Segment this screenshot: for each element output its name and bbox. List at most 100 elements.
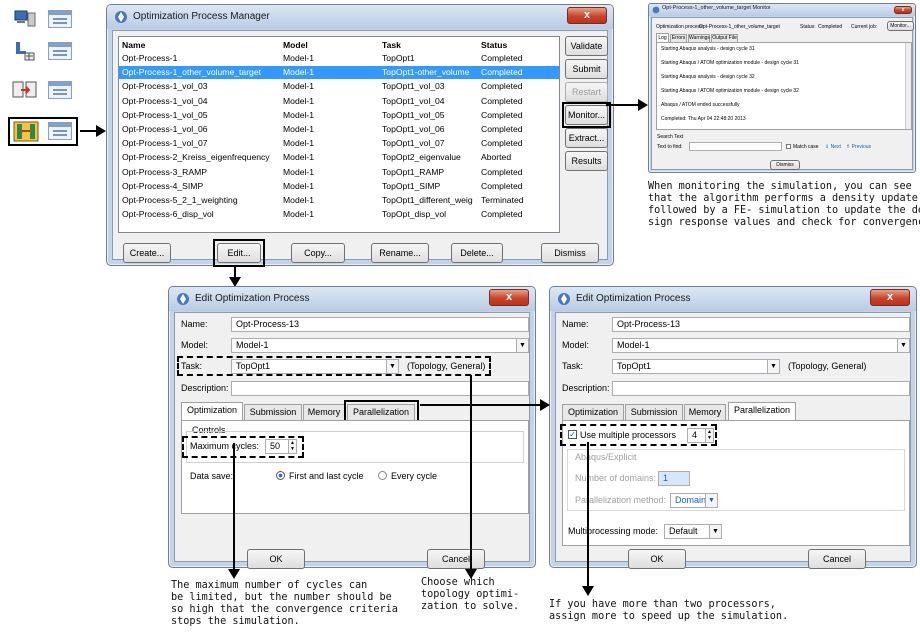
column-header-task[interactable]: Task	[382, 39, 401, 51]
extract-button[interactable]: Extract...	[565, 128, 608, 148]
monitor-window-monitor-button[interactable]: Monitor...	[887, 21, 914, 31]
name-input[interactable]: Opt-Process-13	[612, 317, 910, 332]
rename-button[interactable]: Rename...	[371, 243, 429, 263]
table-row[interactable]: Opt-Process-1_vol_04 Model-1 TopOpt1_vol_0…	[119, 95, 559, 107]
up-arrow-icon: ⇑	[846, 144, 851, 150]
ok-button[interactable]: OK	[628, 549, 686, 569]
cancel-button[interactable]: Cancel	[427, 549, 485, 569]
radio-every-cycle[interactable]	[378, 471, 387, 480]
column-header-model[interactable]: Model	[283, 39, 308, 51]
cell-name: Opt-Process-1	[122, 53, 178, 63]
table-row[interactable]: Opt-Process-4_SIMP Model-1 TopOpt1_SIMP Com…	[119, 180, 559, 192]
tab-parallelization[interactable]: Parallelization	[728, 402, 796, 420]
multiproc-select[interactable]: Default ▼	[664, 524, 722, 539]
column-header-status[interactable]: Status	[481, 39, 507, 51]
processors-spinner[interactable]: 4 ▲ ▼	[687, 428, 714, 443]
delete-button[interactable]: Delete...	[451, 243, 503, 263]
tab-optimization[interactable]: Optimization	[562, 404, 624, 420]
tab-submission[interactable]: Submission	[244, 404, 302, 420]
chevron-down-icon[interactable]: ▼	[516, 339, 528, 352]
close-button[interactable]: x	[894, 6, 912, 14]
next-link[interactable]: ⇓ Next	[825, 144, 841, 150]
cell-status: Completed	[481, 138, 523, 149]
model-select[interactable]: Model-1 ▼	[612, 338, 910, 353]
caption-line: zation to solve.	[421, 601, 520, 612]
chevron-down-icon[interactable]: ▼	[897, 339, 909, 352]
table-row[interactable]: Opt-Process-1_vol_03 Model-1 TopOpt1_vol_0…	[119, 80, 559, 92]
dismiss-button[interactable]: Dismiss	[541, 243, 599, 263]
process-table[interactable]: Name Model Task Status Opt-Process-1 Mode…	[118, 36, 560, 233]
table-row[interactable]: Opt-Process-1_other_volume_target Model-1…	[119, 66, 559, 79]
tab-log[interactable]: Log	[656, 33, 669, 42]
spinner-arrows-icon[interactable]: ▲ ▼	[705, 429, 713, 442]
domains-input[interactable]: 1	[658, 471, 690, 486]
chevron-down-icon[interactable]: ▼	[386, 360, 398, 373]
tab-submission[interactable]: Submission	[625, 404, 683, 420]
cell-task: TopOpt_disp_vol	[382, 209, 447, 220]
tab-optimization[interactable]: Optimization	[181, 402, 243, 420]
computer-icon[interactable]	[14, 10, 36, 28]
previous-link[interactable]: ⇑ Previous	[846, 144, 871, 150]
close-button[interactable]: x	[870, 289, 910, 306]
job-manager-icon[interactable]	[48, 42, 72, 60]
multiproc-value: Default	[669, 526, 698, 536]
table-row[interactable]: Opt-Process-2_Kreiss_eigenfrequency Model…	[119, 151, 559, 163]
text-to-find-input[interactable]	[689, 142, 782, 151]
close-button[interactable]: x	[489, 289, 529, 306]
results-button[interactable]: Results	[565, 151, 608, 171]
tab-memory[interactable]: Memory	[303, 404, 345, 420]
description-input[interactable]	[612, 381, 910, 396]
radio-first-last[interactable]	[276, 471, 285, 480]
tab-errors[interactable]: Errors	[670, 34, 687, 42]
adaptivity-icon[interactable]	[12, 80, 38, 100]
restart-button[interactable]: Restart	[565, 82, 608, 102]
task-select[interactable]: TopOpt1 ▼	[231, 359, 399, 374]
close-button[interactable]: x	[567, 7, 607, 24]
table-row[interactable]: Opt-Process-1 Model-1 TopOpt1 Completed	[119, 52, 559, 64]
monitor-dismiss-button[interactable]: Dismiss	[770, 160, 800, 170]
task-label: Task:	[181, 361, 203, 371]
chevron-down-icon[interactable]: ▼	[709, 525, 721, 538]
table-row[interactable]: Opt-Process-1_vol_07 Model-1 TopOpt1_vol_0…	[119, 137, 559, 149]
cell-name: Opt-Process-6_disp_vol	[122, 209, 214, 220]
copy-button[interactable]: Copy...	[291, 243, 345, 263]
table-row[interactable]: Opt-Process-1_vol_06 Model-1 TopOpt1_vol_0…	[119, 123, 559, 135]
table-row[interactable]: Opt-Process-5_2_1_weighting Model-1 TopOpt…	[119, 194, 559, 206]
par-method-select[interactable]: Domain ▼	[670, 493, 718, 508]
use-multi-checkbox[interactable]: ✓	[568, 430, 577, 439]
submit-button[interactable]: Submit	[565, 59, 608, 79]
process-list-icon[interactable]	[48, 10, 72, 28]
task-select[interactable]: TopOpt1 ▼	[612, 359, 780, 374]
chevron-down-icon[interactable]: ▼	[705, 494, 717, 507]
match-case-checkbox[interactable]	[786, 144, 791, 149]
processors-caption: If you have more than two processors, as…	[549, 599, 788, 623]
optimization-icon[interactable]	[13, 121, 39, 142]
spinner-arrows-icon[interactable]: ▲ ▼	[288, 440, 296, 453]
tab-output-file[interactable]: Output File	[711, 34, 738, 42]
tab-memory[interactable]: Memory	[684, 404, 726, 420]
job-module-icon[interactable]	[14, 40, 36, 62]
table-row[interactable]: Opt-Process-6_disp_vol Model-1 TopOpt_disp…	[119, 208, 559, 220]
app-icon	[652, 6, 660, 14]
app-icon	[115, 11, 127, 23]
model-select[interactable]: Model-1 ▼	[231, 338, 529, 353]
log-scrollbar[interactable]	[905, 43, 911, 129]
max-cycles-spinner[interactable]: 50 ▲ ▼	[265, 439, 297, 454]
column-header-name[interactable]: Name	[122, 39, 145, 51]
ok-button[interactable]: OK	[247, 549, 305, 569]
chevron-down-icon[interactable]: ▼	[767, 360, 779, 373]
app-icon	[558, 293, 570, 305]
log-panel[interactable]: Starting Abaqus analysis - design cycle …	[656, 42, 912, 130]
create-button[interactable]: Create...	[123, 243, 171, 263]
tab-warnings[interactable]: Warnings	[688, 34, 710, 42]
name-input[interactable]: Opt-Process-13	[231, 317, 529, 332]
table-row[interactable]: Opt-Process-1_vol_05 Model-1 TopOpt1_vol_0…	[119, 109, 559, 121]
table-row[interactable]: Opt-Process-3_RAMP Model-1 TopOpt1_RAMP Com…	[119, 166, 559, 178]
optimization-manager-icon[interactable]	[48, 122, 72, 140]
cancel-button[interactable]: Cancel	[808, 549, 866, 569]
validate-button[interactable]: Validate	[565, 36, 608, 56]
edit-optimization-process-dialog: Edit Optimization Process x Name: Opt-Pr…	[168, 286, 536, 569]
task-type-note: (Topology, General)	[407, 361, 486, 371]
adaptivity-manager-icon[interactable]	[48, 81, 72, 99]
description-input[interactable]	[231, 381, 529, 396]
